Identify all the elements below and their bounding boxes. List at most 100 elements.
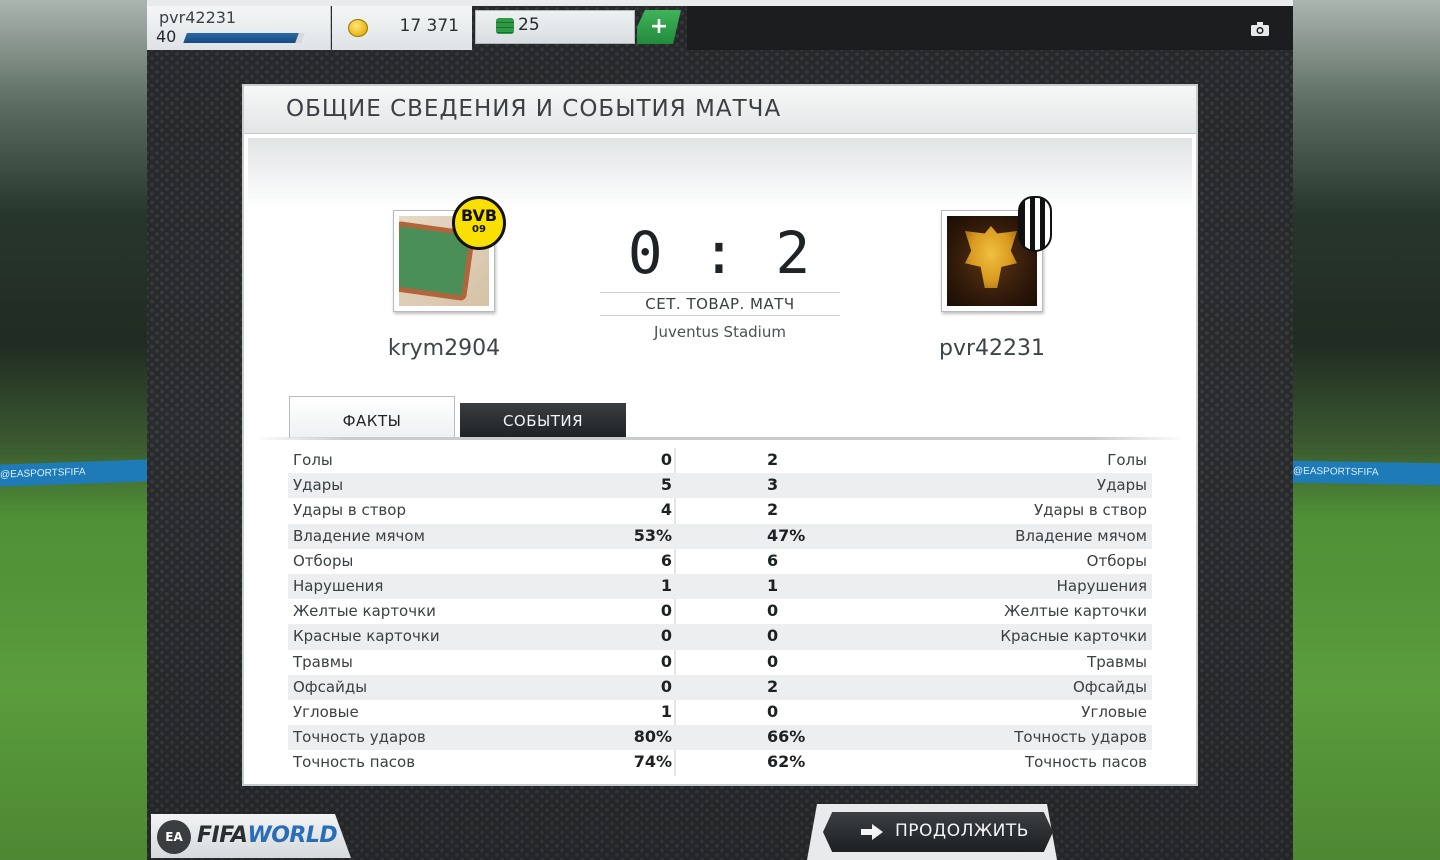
match-score: 0 : 2: [627, 219, 813, 287]
panel-title: ОБЩИЕ СВЕДЕНИЯ И СОБЫТИЯ МАТЧА: [286, 96, 782, 122]
continue-label: ПРОДОЛЖИТЬ: [895, 821, 1029, 841]
ea-sports-logo: EA: [157, 820, 191, 854]
stat-label-away: Точность ударов: [1014, 728, 1147, 747]
stat-row: Отборы 6 6 Отборы: [288, 549, 1152, 574]
stat-label-away: Нарушения: [1056, 576, 1147, 595]
eagle-emblem-icon: [965, 226, 1017, 288]
stat-value-home: 0: [660, 626, 672, 646]
stat-value-home: 1: [660, 701, 672, 721]
stat-value-away: 66%: [767, 727, 806, 747]
stat-row: Точность пасов 74% 62% Точность пасов: [288, 750, 1152, 775]
stat-value-away: 1: [767, 575, 779, 595]
juventus-club-badge: [1018, 196, 1052, 252]
stat-label-away: Владение мячом: [1015, 526, 1147, 545]
stat-value-away: 3: [767, 475, 779, 495]
stat-row: Точность ударов 80% 66% Точность ударов: [288, 725, 1152, 751]
bottom-bar: EA FIFAWORLD ПРОДОЛЖИТЬ: [147, 800, 1293, 860]
tab-underline: [254, 437, 1186, 440]
ad-board-right: @EASPORTSFIFA: [1293, 460, 1440, 486]
stat-label-home: Отборы: [293, 551, 354, 570]
stat-label-home: Желтые карточки: [293, 602, 436, 621]
stat-value-home: 0: [660, 601, 672, 621]
stats-table: Голы 0 2 Голы Удары 5 3 Удары Удары в створ 4 2 Уда…: [288, 448, 1152, 775]
stat-value-away: 6: [767, 550, 779, 570]
stat-row: Удары в створ 4 2 Удары в створ: [288, 498, 1152, 523]
stat-row: Голы 0 2 Голы: [288, 448, 1152, 473]
stat-label-home: Владение мячом: [293, 526, 425, 545]
bvb-club-badge: BVB 09: [452, 196, 506, 250]
home-team-name: krym2904: [387, 336, 501, 361]
stat-label-home: Угловые: [293, 702, 359, 721]
stat-row: Офсайды 0 2 Офсайды: [288, 674, 1152, 700]
stat-value-home: 1: [660, 575, 672, 595]
stat-value-away: 62%: [767, 752, 806, 772]
stat-value-away: 0: [767, 701, 779, 721]
stat-label-home: Красные карточки: [293, 627, 440, 646]
stat-label-away: Удары в створ: [1034, 501, 1147, 520]
stat-label-away: Травмы: [1087, 652, 1147, 671]
stat-row: Желтые карточки 0 0 Желтые карточки: [288, 599, 1152, 624]
xp-progress-fill: [183, 33, 299, 43]
fifa-word: FIFA: [197, 823, 248, 848]
stat-row: Удары 5 3 Удары: [288, 473, 1152, 499]
stadium-background-right: [1293, 0, 1440, 860]
stat-label-home: Удары в створ: [293, 501, 406, 520]
stat-label-away: Отборы: [1086, 551, 1147, 570]
score-block: 0 : 2 СЕТ. ТОВАР. МАТЧ Juventus Stadium: [600, 220, 840, 341]
fifa-world-logo: EA FIFAWORLD: [151, 814, 351, 858]
stat-value-home: 53%: [633, 525, 672, 545]
stat-value-away: 47%: [767, 525, 806, 545]
fifa-points-value: 25: [518, 15, 540, 35]
username: pvr42231: [159, 8, 237, 27]
stat-value-home: 74%: [633, 752, 672, 772]
stat-label-away: Удары: [1096, 476, 1147, 495]
stat-value-home: 6: [660, 550, 672, 570]
coins-icon: [348, 19, 368, 37]
stat-value-home: 4: [660, 500, 672, 520]
stat-row: Угловые 1 0 Угловые: [288, 700, 1152, 725]
stat-value-home: 80%: [633, 727, 672, 747]
user-profile[interactable]: pvr42231 40: [147, 6, 331, 50]
stat-label-away: Офсайды: [1072, 677, 1147, 696]
stat-label-home: Точность пасов: [293, 753, 416, 772]
stat-label-away: Угловые: [1081, 702, 1147, 721]
buy-points-button[interactable]: +: [637, 10, 681, 44]
stat-value-away: 0: [767, 601, 779, 621]
stat-value-home: 5: [660, 475, 672, 495]
tab-facts[interactable]: ФАКТЫ: [289, 396, 455, 438]
coins-display: 17 371: [332, 6, 472, 50]
stat-value-home: 0: [660, 651, 672, 671]
tab-events[interactable]: СОБЫТИЯ: [460, 403, 626, 438]
stat-row: Травмы 0 0 Травмы: [288, 650, 1152, 675]
camera-icon[interactable]: [1251, 22, 1269, 36]
stat-label-home: Нарушения: [293, 576, 384, 595]
stat-value-home: 0: [660, 450, 672, 469]
stat-row: Нарушения 1 1 Нарушения: [288, 573, 1152, 600]
stat-value-away: 2: [767, 450, 779, 469]
away-team-name: pvr42231: [938, 336, 1045, 361]
stat-value-home: 0: [660, 676, 672, 696]
fifa-points-icon: [496, 18, 514, 34]
stat-label-home: Удары: [293, 476, 344, 495]
user-level: 40: [156, 27, 177, 46]
stat-label-away: Голы: [1107, 451, 1147, 469]
stat-value-away: 2: [767, 500, 779, 520]
arrow-right-icon: [861, 824, 883, 840]
stat-label-home: Точность ударов: [293, 728, 426, 747]
stat-label-away: Красные карточки: [1000, 627, 1147, 646]
fifa-points-display: 25: [475, 10, 635, 44]
stadium-name: Juventus Stadium: [654, 323, 786, 341]
top-bar-dark-area: [687, 6, 1293, 50]
panel-header: ОБЩИЕ СВЕДЕНИЯ И СОБЫТИЯ МАТЧА: [244, 86, 1196, 134]
coins-value: 17 371: [399, 16, 459, 36]
home-badge-sub: 09: [472, 224, 486, 235]
stat-label-away: Желтые карточки: [1004, 602, 1147, 621]
match-type: СЕТ. ТОВАР. МАТЧ: [600, 292, 840, 316]
stat-value-away: 0: [767, 651, 779, 671]
xp-progress-bar: [183, 33, 305, 43]
stat-value-away: 0: [767, 626, 779, 646]
stat-row: Владение мячом 53% 47% Владение мячом: [288, 523, 1152, 549]
stat-label-away: Точность пасов: [1024, 753, 1147, 772]
continue-button[interactable]: ПРОДОЛЖИТЬ: [823, 812, 1053, 852]
top-bar: pvr42231 40 17 371 25 +: [147, 0, 1293, 50]
